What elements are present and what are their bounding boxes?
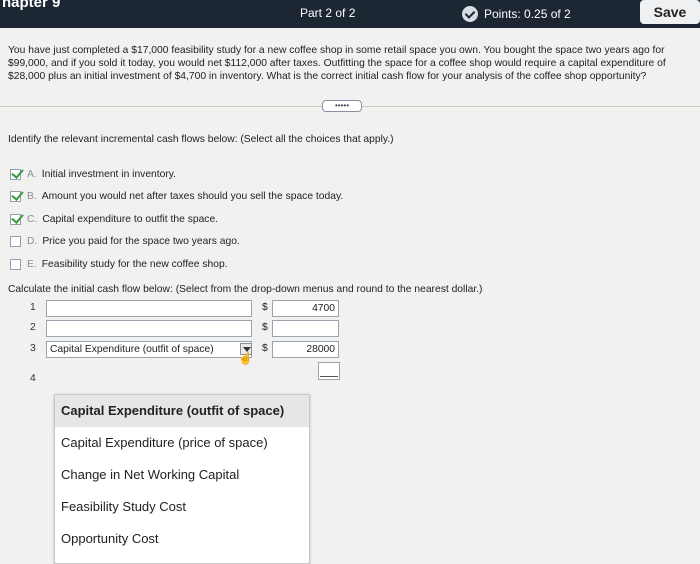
cash-flow-row-1: 1 $ 4700 — [0, 300, 700, 318]
choice-d[interactable]: D. Price you paid for the space two year… — [10, 231, 343, 254]
points-indicator: Points: 0.25 of 2 — [462, 6, 571, 22]
choice-text: Initial investment in inventory. — [41, 168, 177, 180]
checkbox-b[interactable] — [10, 191, 21, 203]
row-number: 3 — [30, 343, 36, 354]
choice-letter: D. — [27, 236, 38, 248]
cash-flow-row-3: 3 Capital Expenditure (outfit of space) … — [0, 341, 700, 365]
choice-list: A. Initial investment in inventory. B. A… — [10, 163, 343, 276]
dropdown-option[interactable]: Capital Expenditure (price of space) — [55, 427, 309, 459]
choice-b[interactable]: B. Amount you would net after taxes shou… — [10, 186, 343, 209]
row-1-amount-input[interactable]: 4700 — [272, 300, 339, 317]
cash-flow-row-2: 2 $ — [0, 320, 700, 338]
checkbox-c[interactable] — [10, 213, 21, 225]
choice-letter: E. — [27, 258, 37, 270]
dropdown-option[interactable]: Feasibility Study Cost — [55, 491, 309, 523]
dropdown-option[interactable]: Change in Net Working Capital — [55, 459, 309, 491]
choice-c[interactable]: C. Capital expenditure to outfit the spa… — [10, 208, 343, 231]
points-label: Points: 0.25 of 2 — [484, 7, 571, 21]
problem-text: You have just completed a $17,000 feasib… — [8, 45, 666, 82]
row-number: 1 — [30, 302, 36, 313]
row-2-amount-input[interactable] — [272, 320, 339, 337]
hand-cursor-icon: ☝ — [238, 351, 253, 365]
part-indicator: Part 2 of 2 — [300, 6, 356, 20]
row-1-select[interactable] — [46, 300, 252, 317]
dollar-sign: $ — [262, 322, 268, 333]
dropdown-menu: Capital Expenditure (outfit of space) Ca… — [54, 394, 310, 564]
dropdown-option[interactable]: Capital Expenditure (outfit of space) — [55, 395, 309, 427]
choice-text: Price you paid for the space two years a… — [42, 236, 240, 248]
chapter-title: hapter 9 — [2, 0, 61, 11]
checkbox-d[interactable] — [10, 236, 21, 248]
choice-letter: B. — [27, 191, 37, 203]
dollar-sign: $ — [262, 302, 268, 313]
instruction-text: Identify the relevant incremental cash f… — [8, 134, 394, 145]
row-number: 2 — [30, 322, 36, 333]
top-bar: hapter 9 Part 2 of 2 Points: 0.25 of 2 S… — [0, 0, 700, 28]
row-3-select[interactable]: Capital Expenditure (outfit of space) — [46, 341, 252, 358]
choice-text: Capital expenditure to outfit the space. — [42, 213, 219, 225]
checkbox-a[interactable] — [10, 168, 21, 180]
checkbox-e[interactable] — [10, 258, 21, 270]
save-button[interactable]: Save — [640, 0, 700, 24]
choice-letter: C. — [27, 213, 38, 225]
row-2-select[interactable] — [46, 320, 252, 337]
choice-a[interactable]: A. Initial investment in inventory. — [10, 163, 343, 186]
row-number: 4 — [30, 373, 36, 384]
total-amount-input[interactable] — [318, 362, 340, 380]
choice-text: Amount you would net after taxes should … — [41, 191, 344, 203]
dollar-sign: $ — [262, 343, 268, 354]
choice-letter: A. — [27, 168, 37, 180]
choice-e[interactable]: E. Feasibility study for the new coffee … — [10, 253, 343, 276]
calculation-instruction: Calculate the initial cash flow below: (… — [8, 284, 483, 295]
dropdown-option[interactable]: Opportunity Cost — [55, 523, 309, 555]
choice-text: Feasibility study for the new coffee sho… — [41, 258, 228, 270]
check-circle-icon — [462, 6, 478, 22]
cash-flow-row-4: 4 — [0, 371, 60, 389]
row-3-amount-input[interactable]: 28000 — [272, 341, 339, 358]
expand-button[interactable]: ••••• — [322, 100, 362, 112]
